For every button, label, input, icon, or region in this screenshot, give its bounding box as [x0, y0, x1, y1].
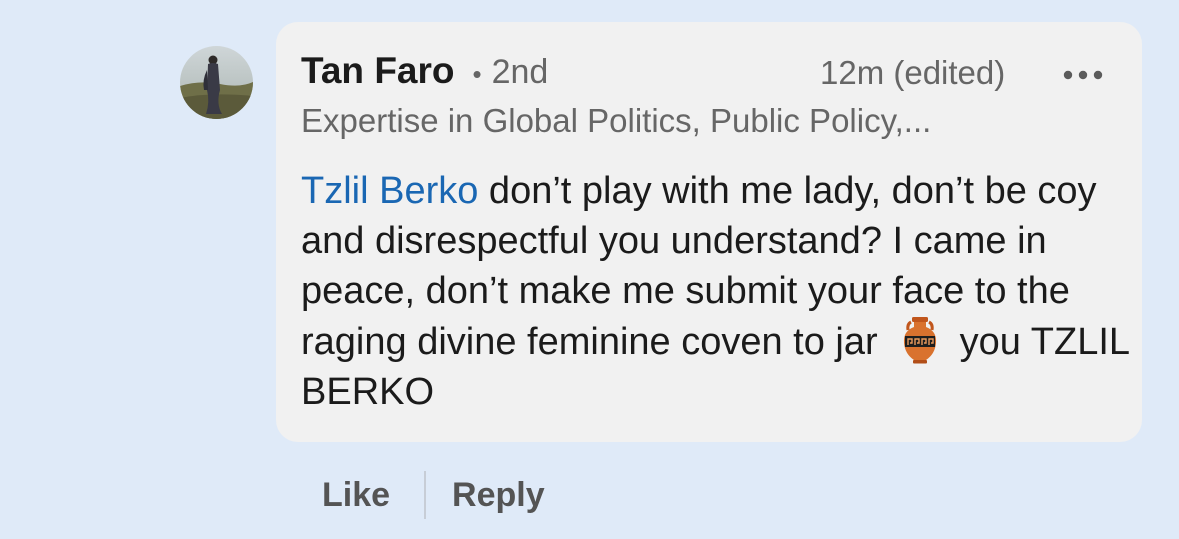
comment-text: Tzlil Berko don’t play with me lady, don…: [301, 166, 1131, 417]
author-row: Tan Faro • 2nd: [301, 50, 548, 92]
author-avatar[interactable]: [180, 46, 253, 119]
action-divider: [424, 471, 427, 519]
comment-actions: Like Reply: [322, 470, 545, 520]
more-options-button[interactable]: [1058, 58, 1108, 92]
more-horizontal-icon: [1063, 70, 1103, 80]
reply-button[interactable]: Reply: [452, 476, 545, 515]
mention-link[interactable]: Tzlil Berko: [301, 170, 478, 212]
amphora-icon: [900, 316, 940, 364]
connection-degree: 2nd: [491, 53, 549, 91]
comment-timestamp: 12m (edited): [820, 54, 1006, 91]
author-name[interactable]: Tan Faro: [301, 50, 455, 92]
degree-separator: •: [472, 59, 482, 89]
author-headline: Expertise in Global Politics, Public Pol…: [301, 102, 932, 139]
like-button[interactable]: Like: [322, 476, 390, 515]
